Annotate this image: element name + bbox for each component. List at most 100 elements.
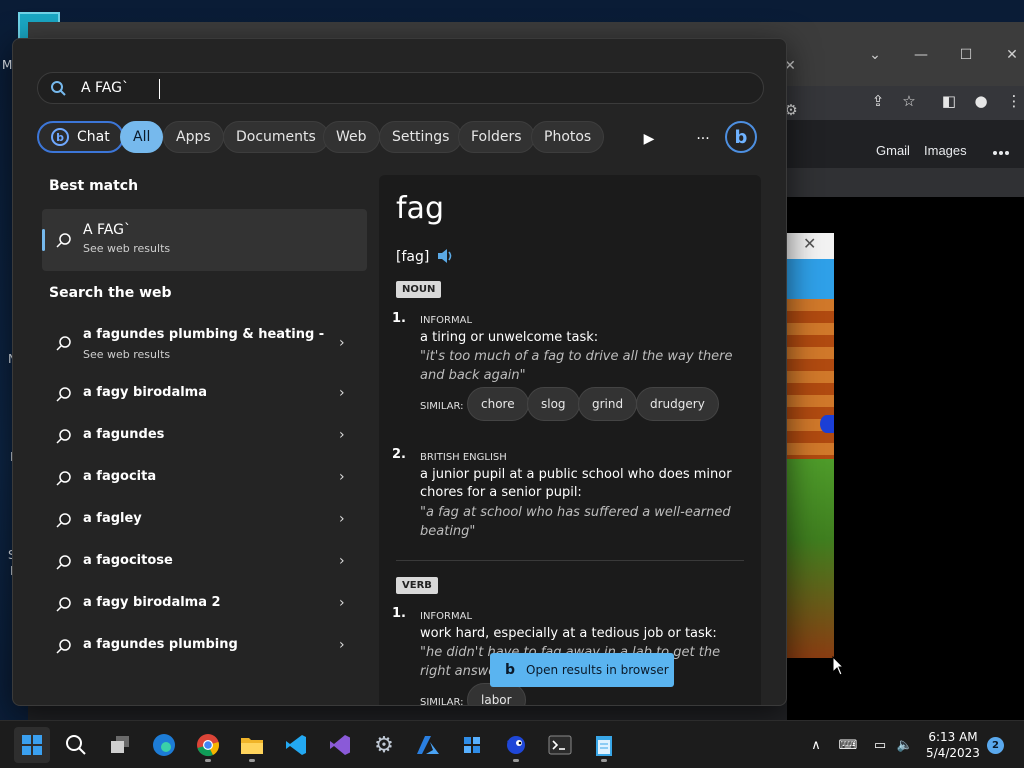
chevron-down-icon[interactable]: ⌄ <box>862 42 888 68</box>
filter-apps[interactable]: Apps <box>163 121 224 153</box>
share-icon[interactable]: ⇪ <box>867 90 889 112</box>
similar-word-chip[interactable]: slog <box>527 387 580 421</box>
search-icon <box>56 336 71 351</box>
web-suggestion[interactable]: a fagy birodalma › <box>42 374 367 414</box>
speaker-icon[interactable] <box>435 246 455 266</box>
more-options-button[interactable]: ··· <box>689 125 717 153</box>
running-indicator <box>249 759 255 762</box>
web-suggestion[interactable]: a fagundes plumbing › <box>42 626 367 666</box>
sonic-game-button[interactable] <box>498 727 534 763</box>
best-match-item[interactable]: A FAG` See web results <box>42 209 367 271</box>
close-icon[interactable]: ✕ <box>803 234 816 253</box>
notepad-button[interactable] <box>586 727 622 763</box>
notification-badge[interactable]: 2 <box>987 737 1004 754</box>
sonic-character <box>820 415 834 433</box>
volume-icon[interactable]: 🔈 <box>895 735 915 755</box>
verb-badge: VERB <box>396 577 438 594</box>
filter-label: Documents <box>236 129 316 145</box>
star-icon[interactable]: ☆ <box>898 90 920 112</box>
section-divider <box>396 560 744 561</box>
similar-word-chip[interactable]: chore <box>467 387 529 421</box>
game-window[interactable]: ✕ <box>787 233 834 658</box>
search-icon <box>56 387 71 402</box>
text-caret <box>159 79 160 99</box>
running-indicator <box>205 759 211 762</box>
edge-icon <box>153 734 175 756</box>
noun-badge: NOUN <box>396 281 442 298</box>
search-icon <box>56 597 71 612</box>
network-icon[interactable]: ▭ <box>870 735 890 755</box>
suggestion-text: a fagy birodalma 2 <box>83 595 221 610</box>
settings-button[interactable]: ⚙ <box>366 727 402 763</box>
search-button[interactable] <box>58 727 94 763</box>
web-suggestion[interactable]: a fagundes plumbing & heating - See web … <box>42 321 367 369</box>
chevron-right-icon: › <box>339 637 345 653</box>
filter-chat[interactable]: b Chat <box>37 121 124 153</box>
similar-word-chip[interactable]: drudgery <box>636 387 719 421</box>
file-explorer-button[interactable] <box>234 727 270 763</box>
filter-label: Apps <box>176 129 211 145</box>
chrome-button[interactable] <box>190 727 226 763</box>
search-input[interactable]: A FAG` <box>37 72 764 104</box>
bing-icon[interactable]: b <box>725 121 757 153</box>
terminal-button[interactable] <box>542 727 578 763</box>
gmail-link[interactable]: Gmail <box>876 143 910 158</box>
edge-button[interactable] <box>146 727 182 763</box>
azure-button[interactable] <box>410 727 446 763</box>
filter-label: Photos <box>544 129 592 145</box>
web-suggestion[interactable]: a fagocitose › <box>42 542 367 582</box>
suggestion-text: a fagundes plumbing & heating - <box>83 327 325 342</box>
sense-example: "it's too much of a fag to drive all the… <box>420 349 733 383</box>
chevron-right-icon: › <box>339 385 345 401</box>
profile-icon[interactable]: ● <box>970 90 992 112</box>
sense-number: 1. <box>392 606 406 621</box>
web-suggestion[interactable]: a fagocita › <box>42 458 367 498</box>
sense-register: INFORMAL <box>420 315 473 326</box>
filter-all[interactable]: All <box>120 121 164 153</box>
start-button[interactable] <box>14 727 50 763</box>
system-clock[interactable]: 6:13 AM 5/4/2023 <box>918 729 988 761</box>
web-suggestion[interactable]: a fagley › <box>42 500 367 540</box>
keyboard-icon[interactable]: ⌨ <box>838 735 858 755</box>
dev-tools-button[interactable] <box>454 727 490 763</box>
filter-photos[interactable]: Photos <box>531 121 605 153</box>
visual-studio-button[interactable] <box>322 727 358 763</box>
menu-icon[interactable]: ⋮ <box>1003 90 1024 112</box>
sidebar-icon[interactable]: ◧ <box>938 90 960 112</box>
chevron-up-icon[interactable]: ∧ <box>806 735 826 755</box>
definition-preview: fag [fag] NOUN 1. INFORMAL a tiring or u… <box>379 175 761 705</box>
filter-documents[interactable]: Documents <box>223 121 329 153</box>
running-indicator <box>601 759 607 762</box>
filter-web[interactable]: Web <box>323 121 380 153</box>
search-query: A FAG` <box>81 80 129 96</box>
search-icon <box>56 233 71 248</box>
minimize-icon[interactable]: — <box>908 42 934 68</box>
suggestion-text: a fagundes <box>83 427 165 442</box>
terminal-icon <box>548 735 572 755</box>
web-suggestion[interactable]: a fagundes › <box>42 416 367 456</box>
open-in-browser-label: Open results in browser <box>526 663 669 677</box>
filter-folders[interactable]: Folders <box>458 121 535 153</box>
filter-label: Web <box>336 129 367 145</box>
close-icon[interactable]: ✕ <box>999 42 1024 68</box>
similar-word-chip[interactable]: grind <box>578 387 638 421</box>
filter-settings[interactable]: Settings <box>379 121 463 153</box>
search-icon <box>56 471 71 486</box>
pronunciation: [fag] <box>396 249 430 265</box>
sense-definition: a junior pupil at a public school who do… <box>420 467 732 500</box>
vscode-button[interactable] <box>278 727 314 763</box>
task-view-button[interactable] <box>102 727 138 763</box>
suggestion-text: a fagy birodalma <box>83 385 207 400</box>
bing-chat-icon: b <box>51 128 69 146</box>
sense-register: BRITISH ENGLISH <box>420 452 507 463</box>
maximize-icon[interactable]: ☐ <box>953 42 979 68</box>
chevron-right-icon: › <box>339 335 345 351</box>
suggestion-text: a fagocitose <box>83 553 173 568</box>
images-link[interactable]: Images <box>924 143 967 158</box>
mouse-cursor-icon <box>832 656 844 676</box>
search-icon <box>51 81 66 96</box>
open-in-browser-button[interactable]: b Open results in browser <box>490 653 674 687</box>
chevron-right-icon: › <box>339 511 345 527</box>
web-suggestion[interactable]: a fagy birodalma 2 › <box>42 584 367 624</box>
play-icon[interactable]: ▶ <box>635 125 663 153</box>
